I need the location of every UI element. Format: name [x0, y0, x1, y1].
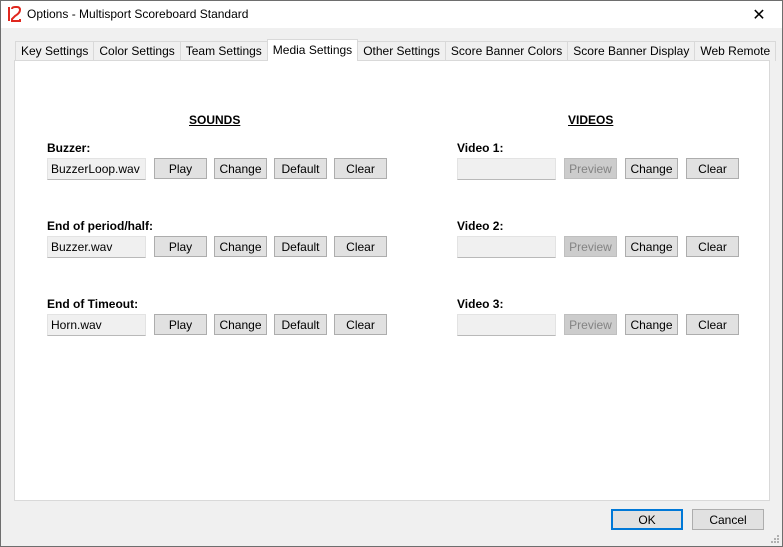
- video-1-file-field[interactable]: [457, 158, 556, 180]
- end-of-timeout-play-button[interactable]: Play: [154, 314, 207, 335]
- video-3-change-button[interactable]: Change: [625, 314, 678, 335]
- media-settings-panel: SOUNDS Buzzer: BuzzerLoop.wav Play Chang…: [14, 60, 770, 501]
- videos-header: VIDEOS: [568, 113, 614, 127]
- end-of-timeout-change-button[interactable]: Change: [214, 314, 267, 335]
- video-3-label: Video 3:: [457, 297, 504, 311]
- title-bar: Options - Multisport Scoreboard Standard…: [1, 1, 782, 28]
- end-of-period-play-button[interactable]: Play: [154, 236, 207, 257]
- close-button[interactable]: ✕: [736, 1, 782, 28]
- end-of-timeout-clear-button[interactable]: Clear: [334, 314, 387, 335]
- tab-team-settings[interactable]: Team Settings: [179, 41, 268, 61]
- tab-media-settings[interactable]: Media Settings: [266, 39, 359, 61]
- video-2-clear-button[interactable]: Clear: [686, 236, 739, 257]
- video-3-preview-button[interactable]: Preview: [564, 314, 617, 335]
- video-2-label: Video 2:: [457, 219, 504, 233]
- video-2-file-field[interactable]: [457, 236, 556, 258]
- buzzer-label: Buzzer:: [47, 141, 91, 155]
- end-of-timeout-label: End of Timeout:: [47, 297, 139, 311]
- end-of-period-clear-button[interactable]: Clear: [334, 236, 387, 257]
- video-1-clear-button[interactable]: Clear: [686, 158, 739, 179]
- buzzer-change-button[interactable]: Change: [214, 158, 267, 179]
- video-2-change-button[interactable]: Change: [625, 236, 678, 257]
- options-window: Options - Multisport Scoreboard Standard…: [0, 0, 783, 547]
- cancel-button[interactable]: Cancel: [692, 509, 764, 530]
- video-1-label: Video 1:: [457, 141, 504, 155]
- tab-strip: Key Settings Color Settings Team Setting…: [15, 39, 777, 61]
- buzzer-play-button[interactable]: Play: [154, 158, 207, 179]
- video-3-clear-button[interactable]: Clear: [686, 314, 739, 335]
- end-of-period-change-button[interactable]: Change: [214, 236, 267, 257]
- end-of-period-file-field[interactable]: Buzzer.wav: [47, 236, 146, 258]
- video-3-file-field[interactable]: [457, 314, 556, 336]
- close-icon: ✕: [752, 6, 766, 24]
- resize-grip-icon[interactable]: [769, 533, 779, 543]
- video-2-preview-button[interactable]: Preview: [564, 236, 617, 257]
- tab-color-settings[interactable]: Color Settings: [93, 41, 181, 61]
- tab-key-settings[interactable]: Key Settings: [15, 41, 95, 61]
- tab-score-banner-display[interactable]: Score Banner Display: [567, 41, 696, 61]
- video-1-change-button[interactable]: Change: [625, 158, 678, 179]
- tab-web-remote[interactable]: Web Remote: [694, 41, 777, 61]
- end-of-period-label: End of period/half:: [47, 219, 153, 233]
- tab-other-settings[interactable]: Other Settings: [357, 41, 446, 61]
- tab-score-banner-colors[interactable]: Score Banner Colors: [444, 41, 569, 61]
- video-1-preview-button[interactable]: Preview: [564, 158, 617, 179]
- end-of-timeout-default-button[interactable]: Default: [274, 314, 327, 335]
- buzzer-default-button[interactable]: Default: [274, 158, 327, 179]
- sounds-header: SOUNDS: [189, 113, 241, 127]
- buzzer-clear-button[interactable]: Clear: [334, 158, 387, 179]
- window-title: Options - Multisport Scoreboard Standard: [27, 7, 249, 21]
- buzzer-file-field[interactable]: BuzzerLoop.wav: [47, 158, 146, 180]
- app-logo-icon: [8, 6, 21, 22]
- end-of-period-default-button[interactable]: Default: [274, 236, 327, 257]
- end-of-timeout-file-field[interactable]: Horn.wav: [47, 314, 146, 336]
- ok-button[interactable]: OK: [611, 509, 683, 530]
